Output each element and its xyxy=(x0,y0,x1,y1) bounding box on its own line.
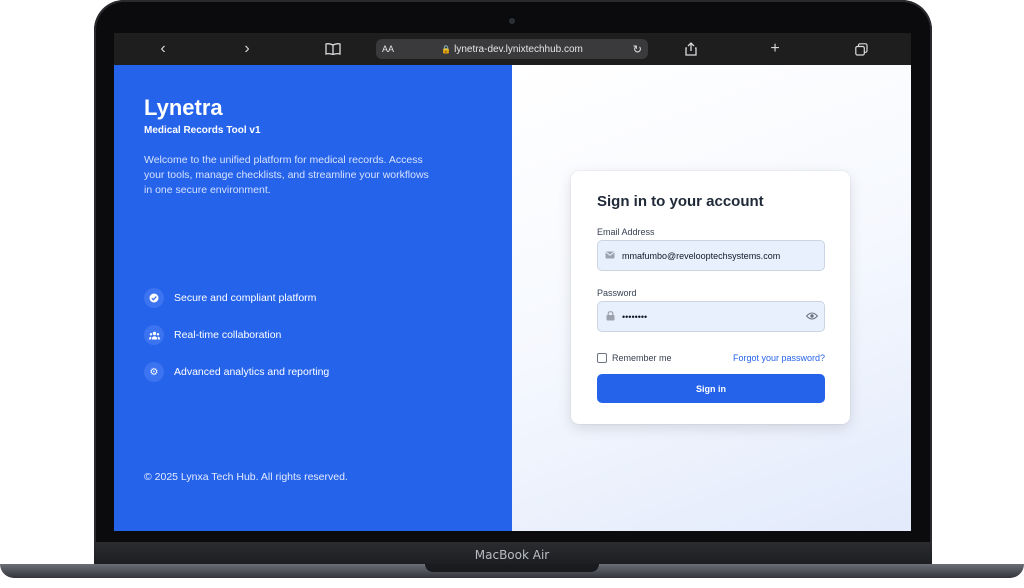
feature-item: ⚙ Advanced analytics and reporting xyxy=(144,361,329,383)
tabs-icon[interactable] xyxy=(848,33,874,65)
branding-panel: Lynetra Medical Records Tool v1 Welcome … xyxy=(114,65,512,531)
feature-item: Real-time collaboration xyxy=(144,324,329,346)
gear-icon: ⚙ xyxy=(144,362,164,382)
email-value: mmafumbo@revelooptechsystems.com xyxy=(622,250,781,261)
new-tab-icon[interactable]: + xyxy=(762,33,788,65)
mail-icon xyxy=(598,251,622,261)
bookmarks-icon[interactable] xyxy=(320,33,346,65)
feature-label: Advanced analytics and reporting xyxy=(174,366,330,378)
password-value: •••••••• xyxy=(622,311,648,322)
feature-item: Secure and compliant platform xyxy=(144,287,329,309)
reader-aa-button[interactable]: AA xyxy=(382,44,394,54)
reload-icon[interactable]: ↻ xyxy=(633,43,642,56)
shield-check-icon xyxy=(144,288,164,308)
remember-me[interactable]: Remember me xyxy=(597,353,672,363)
remember-checkbox[interactable] xyxy=(597,353,607,363)
share-icon[interactable] xyxy=(678,33,704,65)
device-label: MacBook Air xyxy=(474,548,550,562)
forward-icon[interactable]: › xyxy=(234,33,260,65)
eye-icon[interactable] xyxy=(800,311,824,323)
feature-label: Secure and compliant platform xyxy=(174,292,317,304)
brand-name: Lynetra xyxy=(144,95,223,120)
screen: ‹ › AA 🔒 lynetra-dev.lynixtechhub.com ↻ +… xyxy=(114,33,911,531)
camera xyxy=(509,18,515,24)
lock-icon: 🔒 xyxy=(441,44,452,54)
email-label: Email Address xyxy=(597,227,655,237)
feature-label: Real-time collaboration xyxy=(174,329,282,341)
address-bar[interactable]: AA 🔒 lynetra-dev.lynixtechhub.com ↻ xyxy=(376,39,648,59)
laptop-notch xyxy=(425,564,599,572)
lock-icon xyxy=(598,310,622,323)
email-field[interactable]: mmafumbo@revelooptechsystems.com xyxy=(597,240,825,271)
welcome-text: Welcome to the unified platform for medi… xyxy=(144,154,429,196)
signin-title: Sign in to your account xyxy=(597,193,764,210)
login-page: Lynetra Medical Records Tool v1 Welcome … xyxy=(114,65,911,531)
laptop-base: MacBook Air xyxy=(0,542,1024,588)
forgot-password-link[interactable]: Forgot your password? xyxy=(728,353,825,363)
remember-label: Remember me xyxy=(612,353,672,363)
feature-list: Secure and compliant platform Real-time … xyxy=(144,287,329,398)
signin-card: Sign in to your account Email Address mm… xyxy=(571,171,850,424)
password-label: Password xyxy=(597,288,637,298)
url-text: 🔒 lynetra-dev.lynixtechhub.com xyxy=(376,44,648,55)
url-label: lynetra-dev.lynixtechhub.com xyxy=(454,43,583,55)
users-icon xyxy=(144,325,164,345)
form-panel: Sign in to your account Email Address mm… xyxy=(512,65,911,531)
back-icon[interactable]: ‹ xyxy=(150,33,176,65)
browser-toolbar: ‹ › AA 🔒 lynetra-dev.lynixtechhub.com ↻ + xyxy=(114,33,911,65)
brand-subtitle: Medical Records Tool v1 xyxy=(144,125,261,136)
signin-button[interactable]: Sign in xyxy=(597,374,825,403)
password-field[interactable]: •••••••• xyxy=(597,301,825,332)
copyright-text: © 2025 Lynxa Tech Hub. All rights reserv… xyxy=(144,471,348,483)
